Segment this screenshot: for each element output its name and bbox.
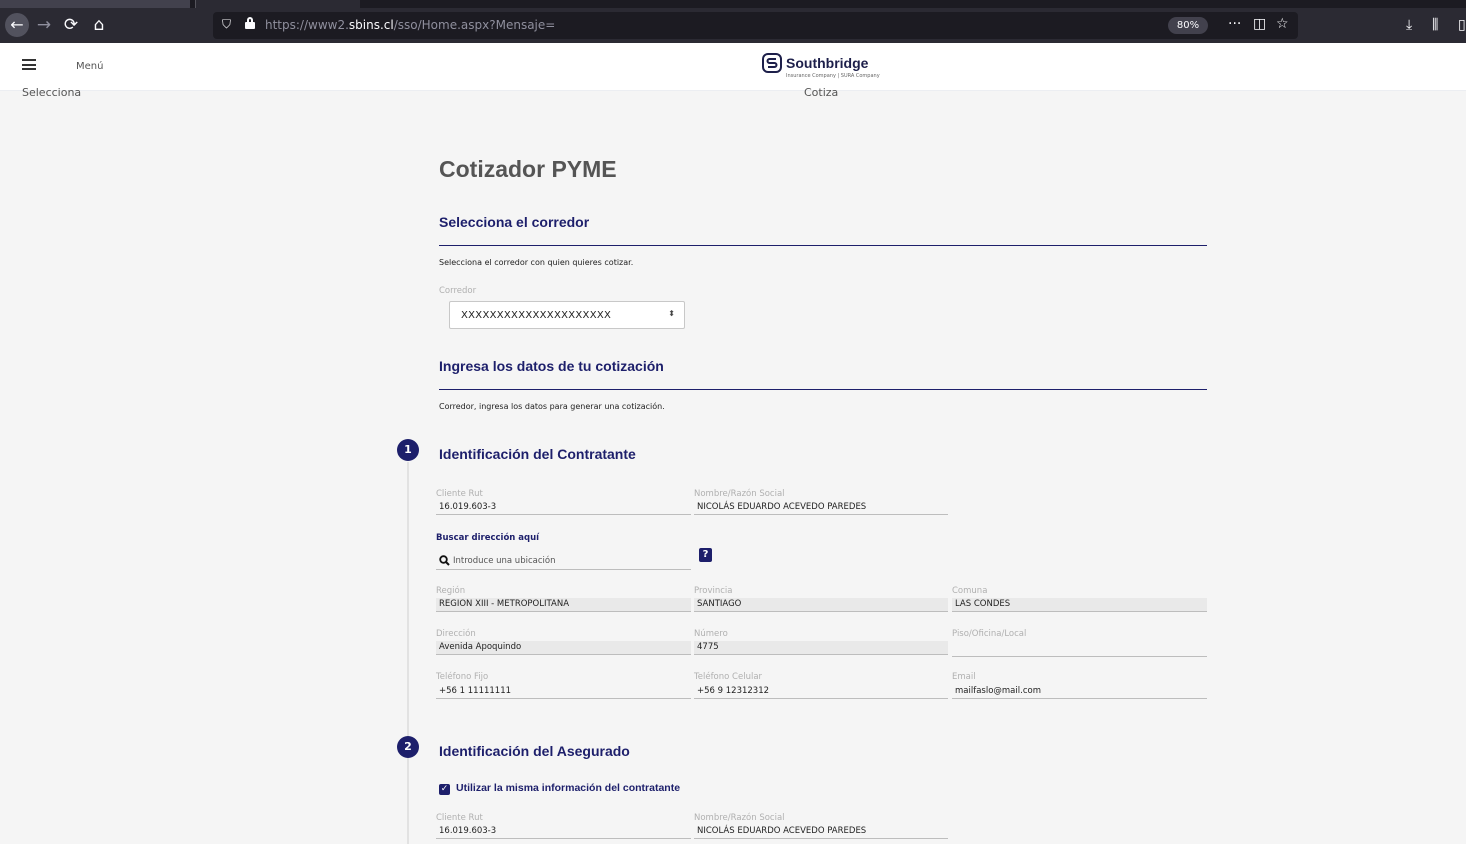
zoom-level-badge[interactable]: 80%	[1168, 17, 1208, 34]
asegurado-name-field[interactable]: NICOLÁS EDUARDO ACEVEDO PAREDES	[694, 825, 948, 839]
step-1-title: Identificación del Contratante	[439, 446, 636, 462]
select-arrows-icon: ⬍	[668, 309, 675, 318]
home-icon[interactable]: ⌂	[88, 15, 110, 36]
telefono-celular-field[interactable]: +56 9 12312312	[694, 685, 948, 699]
step-cotiza: Cotiza	[804, 86, 839, 99]
browser-tab-active[interactable]	[0, 0, 190, 8]
comuna-label: Comuna	[952, 586, 988, 596]
sidebar-icon[interactable]: ▯	[1458, 17, 1466, 33]
asegurado-rut-field[interactable]: 16.019.603-3	[436, 825, 691, 839]
corredor-label: Corredor	[439, 286, 477, 296]
piso-label: Piso/Oficina/Local	[952, 629, 1027, 639]
browser-tabstrip	[0, 0, 1466, 8]
same-info-label[interactable]: Utilizar la misma información del contra…	[456, 782, 680, 794]
broker-section-note: Selecciona el corredor con quien quieres…	[439, 258, 634, 267]
url-text[interactable]: https://www2.sbins.cl/sso/Home.aspx?Mens…	[265, 18, 555, 32]
broker-section-title: Selecciona el corredor	[439, 214, 590, 230]
back-icon[interactable]: ←	[5, 13, 29, 37]
comuna-field[interactable]: LAS CONDES	[952, 598, 1207, 612]
corredor-select-value: XXXXXXXXXXXXXXXXXXXXX	[461, 310, 612, 321]
forward-icon[interactable]: →	[33, 15, 55, 36]
brand-name: Southbridge	[786, 55, 869, 71]
step-2-badge: 2	[397, 736, 419, 758]
quote-section-title: Ingresa los datos de tu cotización	[439, 358, 664, 374]
address-search-input[interactable]: Introduce una ubicación	[436, 553, 691, 570]
provincia-field[interactable]: SANTIAGO	[694, 598, 948, 612]
more-actions-icon[interactable]: ···	[1228, 16, 1241, 32]
numero-field[interactable]: 4775	[694, 641, 948, 655]
step-1-badge: 1	[397, 439, 419, 461]
tracking-shield-icon[interactable]: ⛉	[222, 17, 231, 32]
step-2-title: Identificación del Asegurado	[439, 743, 630, 759]
telefono-fijo-field[interactable]: +56 1 11111111	[436, 685, 691, 699]
piso-field[interactable]	[952, 643, 1207, 657]
region-field[interactable]: REGION XIII - METROPOLITANA	[436, 598, 691, 612]
pocket-icon[interactable]: ◫	[1253, 16, 1266, 32]
buscar-direccion-label: Buscar dirección aquí	[436, 533, 540, 543]
numero-label: Número	[694, 629, 728, 639]
quote-section-note: Corredor, ingresa los datos para generar…	[439, 402, 665, 411]
provincia-label: Provincia	[694, 586, 733, 596]
lock-icon[interactable]	[245, 17, 255, 29]
asegurado-rut-label: Cliente Rut	[436, 813, 483, 823]
reload-icon[interactable]: ⟳	[60, 15, 82, 36]
southbridge-logo-icon	[762, 53, 782, 73]
bookmark-star-icon[interactable]: ☆	[1276, 16, 1289, 32]
hamburger-menu-icon[interactable]	[22, 59, 36, 70]
direccion-label: Dirección	[436, 629, 476, 639]
menu-label[interactable]: Menú	[76, 61, 103, 72]
asegurado-name-label: Nombre/Razón Social	[694, 813, 785, 823]
same-info-checkbox[interactable]: ✓	[439, 784, 450, 795]
browser-toolbar: ← → ⟳ ⌂ ⛉ https://www2.sbins.cl/sso/Home…	[0, 8, 1466, 43]
steps-timeline	[407, 462, 409, 844]
telefono-celular-label: Teléfono Celular	[694, 672, 763, 682]
checkmark-icon: ✓	[440, 784, 449, 794]
step-selecciona: Selecciona	[22, 86, 82, 99]
help-icon[interactable]: ?	[699, 548, 712, 562]
rut-field[interactable]: 16.019.603-3	[436, 501, 691, 515]
telefono-fijo-label: Teléfono Fijo	[436, 672, 489, 682]
region-label: Región	[436, 586, 466, 596]
divider	[439, 389, 1207, 390]
search-icon	[439, 555, 450, 566]
email-label: Email	[952, 672, 976, 682]
download-icon[interactable]: ⤓	[1406, 17, 1412, 33]
browser-tab[interactable]	[195, 0, 360, 8]
page-title: Cotizador PYME	[439, 156, 617, 182]
library-icon[interactable]: ⫼	[1432, 17, 1438, 33]
name-label: Nombre/Razón Social	[694, 489, 785, 499]
rut-label: Cliente Rut	[436, 489, 483, 499]
direccion-field[interactable]: Avenida Apoquindo	[436, 641, 691, 655]
name-field[interactable]: NICOLÁS EDUARDO ACEVEDO PAREDES	[694, 501, 948, 515]
brand-tagline: Insurance Company | SURA Company	[786, 73, 880, 79]
search-placeholder: Introduce una ubicación	[453, 556, 556, 566]
divider	[439, 245, 1207, 246]
address-bar[interactable]: ⛉ https://www2.sbins.cl/sso/Home.aspx?Me…	[213, 12, 1298, 39]
corredor-select[interactable]: XXXXXXXXXXXXXXXXXXXXX ⬍	[449, 301, 685, 329]
site-header: Menú Southbridge Insurance Company | SUR…	[0, 43, 1466, 91]
email-field[interactable]: mailfaslo@mail.com	[952, 685, 1207, 699]
